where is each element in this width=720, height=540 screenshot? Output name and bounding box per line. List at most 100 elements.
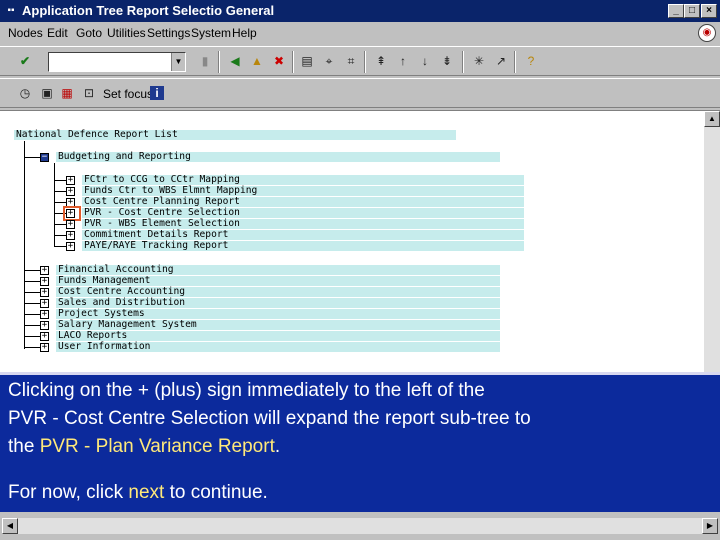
menu-nodes[interactable]: Nodes xyxy=(8,26,43,40)
next-link[interactable]: next xyxy=(128,482,164,503)
command-field[interactable]: ▼ xyxy=(48,52,186,72)
separator xyxy=(292,51,294,73)
variant-delete-icon[interactable]: ▦ xyxy=(58,84,76,102)
tree-node-area[interactable]: Financial Accounting xyxy=(56,265,500,275)
create-session-icon[interactable]: ✳ xyxy=(470,52,488,70)
next-page-icon[interactable]: ↓ xyxy=(416,52,434,70)
expand-icon[interactable]: + xyxy=(40,277,49,286)
find-next-icon[interactable]: ⌗ xyxy=(342,52,360,70)
tree-node-budgeting[interactable]: Budgeting and Reporting xyxy=(56,152,500,162)
tree-node-area[interactable]: Cost Centre Accounting xyxy=(56,287,500,297)
tree-root[interactable]: National Defence Report List xyxy=(14,130,456,140)
tree-node-report[interactable]: FCtr to CCG to CCtr Mapping xyxy=(82,175,524,185)
tree-line xyxy=(24,303,40,304)
application-toolbar: ◷ ▣ ▦ ⊡ Set focus i xyxy=(0,78,720,108)
tree-node-area[interactable]: Project Systems xyxy=(56,309,500,319)
maximize-button[interactable]: □ xyxy=(684,4,700,18)
scroll-right-icon[interactable]: ▶ xyxy=(702,518,718,534)
back-icon[interactable]: ◀ xyxy=(226,52,244,70)
find-icon[interactable]: ⌖ xyxy=(320,52,338,70)
tree-line xyxy=(54,191,66,192)
collapse-icon[interactable]: − xyxy=(40,153,49,162)
tree-line xyxy=(24,292,40,293)
callout-text: the xyxy=(8,436,40,457)
tree-line xyxy=(24,157,40,158)
expand-icon[interactable]: + xyxy=(66,242,75,251)
tutorial-callout: Clicking on the + (plus) sign immediatel… xyxy=(0,372,720,512)
tree-line xyxy=(54,202,66,203)
expand-icon[interactable]: + xyxy=(40,332,49,341)
help-icon[interactable]: ? xyxy=(522,52,540,70)
vertical-scrollbar[interactable]: ▲ xyxy=(704,111,720,373)
scroll-left-icon[interactable]: ◀ xyxy=(2,518,18,534)
tree-node-area[interactable]: User Information xyxy=(56,342,500,352)
cancel-icon[interactable]: ✖ xyxy=(270,52,288,70)
callout-line: Clicking on the + (plus) sign immediatel… xyxy=(8,380,485,401)
tree-node-area[interactable]: Sales and Distribution xyxy=(56,298,500,308)
menu-settings[interactable]: Settings xyxy=(147,26,190,40)
menu-system[interactable]: System xyxy=(191,26,231,40)
variant-icon[interactable]: ▣ xyxy=(38,84,56,102)
expand-icon[interactable]: + xyxy=(40,288,49,297)
callout-line: PVR - Cost Centre Selection will expand … xyxy=(8,408,531,429)
exit-icon[interactable]: ▲ xyxy=(248,52,266,70)
expand-icon[interactable]: + xyxy=(40,310,49,319)
standard-toolbar: ✔ ▼ ▮ ◀ ▲ ✖ ▤ ⌖ ⌗ ⇞ ↑ ↓ ⇟ ✳ ↗ ? xyxy=(0,46,720,76)
scroll-track[interactable] xyxy=(18,518,702,534)
first-page-icon[interactable]: ⇞ xyxy=(372,52,390,70)
menu-goto[interactable]: Goto xyxy=(76,26,102,40)
expand-icon[interactable]: + xyxy=(66,220,75,229)
menu-help[interactable]: Help xyxy=(232,26,257,40)
tree-line xyxy=(24,325,40,326)
tree-node-report[interactable]: Commitment Details Report xyxy=(82,230,524,240)
set-focus-button[interactable]: Set focus xyxy=(103,87,153,101)
expand-icon[interactable]: + xyxy=(40,266,49,275)
tree-node-report[interactable]: Funds Ctr to WBS Elmnt Mapping xyxy=(82,186,524,196)
close-button[interactable]: × xyxy=(701,4,717,18)
expand-icon[interactable]: + xyxy=(66,187,75,196)
window-title: Application Tree Report Selectio General xyxy=(22,3,275,18)
scroll-up-icon[interactable]: ▲ xyxy=(704,111,720,127)
tree-node-area[interactable]: LACO Reports xyxy=(56,331,500,341)
expand-icon[interactable]: + xyxy=(66,176,75,185)
tree-node-report[interactable]: Cost Centre Planning Report xyxy=(82,197,524,207)
last-page-icon[interactable]: ⇟ xyxy=(438,52,456,70)
callout-highlight: PVR - Plan Variance Report xyxy=(39,436,275,457)
expand-icon[interactable]: + xyxy=(40,299,49,308)
menu-bar: Nodes Edit Goto Utilities Settings Syste… xyxy=(0,22,720,44)
enter-check-icon[interactable]: ✔ xyxy=(16,52,34,70)
horizontal-scrollbar[interactable]: ◀ ▶ xyxy=(0,512,720,540)
tree-node-area[interactable]: Salary Management System xyxy=(56,320,500,330)
print-icon[interactable]: ▤ xyxy=(298,52,316,70)
separator xyxy=(514,51,516,73)
menu-utilities[interactable]: Utilities xyxy=(107,26,146,40)
menu-edit[interactable]: Edit xyxy=(47,26,68,40)
previous-page-icon[interactable]: ↑ xyxy=(394,52,412,70)
tree-line xyxy=(24,347,40,348)
expand-icon[interactable]: + xyxy=(40,321,49,330)
title-bar: ▪▪ Application Tree Report Selectio Gene… xyxy=(0,0,720,22)
callout-text: to continue. xyxy=(164,482,268,503)
tree-node-area[interactable]: Funds Management xyxy=(56,276,500,286)
minimize-button[interactable]: _ xyxy=(668,4,684,18)
separator xyxy=(218,51,220,73)
chevron-down-icon[interactable]: ▼ xyxy=(171,53,185,71)
tree-node-report[interactable]: PAYE/RAYE Tracking Report xyxy=(82,241,524,251)
report-tree-panel: National Defence Report List − Budgeting… xyxy=(0,110,720,373)
tree-node-report[interactable]: PVR - WBS Element Selection xyxy=(82,219,524,229)
execute-clock-icon[interactable]: ◷ xyxy=(16,84,34,102)
tree-line xyxy=(54,235,66,236)
callout-text: For now, click xyxy=(8,482,129,503)
report-info-icon[interactable]: ⊡ xyxy=(80,84,98,102)
expand-icon[interactable]: + xyxy=(40,343,49,352)
shortcut-icon[interactable]: ↗ xyxy=(492,52,510,70)
callout-line: For now, click next to continue. xyxy=(8,479,712,507)
tree-line xyxy=(54,246,66,247)
save-icon[interactable]: ▮ xyxy=(196,52,214,70)
expand-icon[interactable]: + xyxy=(66,231,75,240)
app-icon: ▪▪ xyxy=(7,5,15,16)
info-icon[interactable]: i xyxy=(150,86,164,100)
tree-line xyxy=(54,180,66,181)
tree-line xyxy=(24,141,25,349)
tree-node-pvr-cost-centre[interactable]: PVR - Cost Centre Selection xyxy=(82,208,524,218)
